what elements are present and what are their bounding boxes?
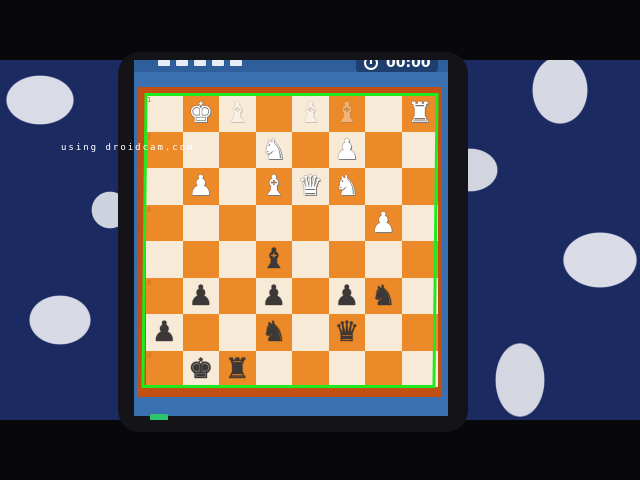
move-indicator xyxy=(230,60,242,66)
move-indicator xyxy=(212,60,224,66)
letterbox-top xyxy=(0,0,640,60)
clock-icon xyxy=(364,60,378,70)
timer-text: 00:00 xyxy=(386,60,431,71)
move-indicator-boxes xyxy=(158,60,242,66)
move-indicator xyxy=(194,60,206,66)
detection-bounding-box xyxy=(141,93,439,388)
bottom-tab-indicator xyxy=(150,414,168,420)
watermark-text: using droidcam.com xyxy=(61,143,195,153)
game-timer[interactable]: 00:00 xyxy=(356,60,438,72)
move-indicator xyxy=(158,60,170,66)
move-indicator xyxy=(176,60,188,66)
